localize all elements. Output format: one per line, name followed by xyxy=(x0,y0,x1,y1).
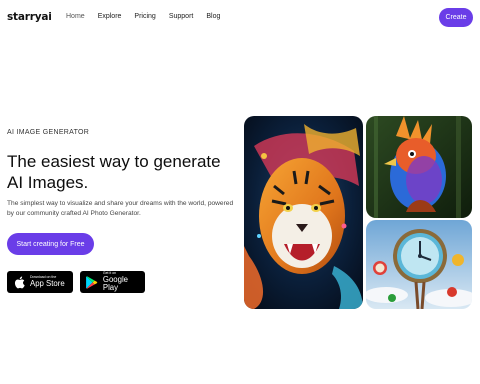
hero-eyebrow: AI IMAGE GENERATOR xyxy=(7,129,90,136)
google-play-label: Google Play xyxy=(102,275,129,293)
tiger-artwork[interactable] xyxy=(244,116,363,309)
app-store-label: App Store xyxy=(30,279,65,289)
bird-artwork[interactable] xyxy=(366,116,472,218)
nav-pricing[interactable]: Pricing xyxy=(134,13,155,20)
clock-artwork[interactable] xyxy=(366,220,472,309)
main-nav: Home Explore Pricing Support Blog xyxy=(66,13,233,20)
nav-blog[interactable]: Blog xyxy=(206,13,220,20)
hero-subtext: The simplest way to visualize and share … xyxy=(7,200,234,217)
nav-home[interactable]: Home xyxy=(66,13,85,20)
apple-icon xyxy=(12,275,26,289)
create-button[interactable]: Create xyxy=(439,8,473,27)
nav-explore[interactable]: Explore xyxy=(98,13,122,20)
brand-logo[interactable]: starryai xyxy=(7,11,52,23)
hero-headline: The easiest way to generate AI Images. xyxy=(7,152,221,192)
nav-support[interactable]: Support xyxy=(169,13,194,20)
google-play-button[interactable]: Get it on Google Play xyxy=(80,271,145,293)
google-play-icon xyxy=(85,275,99,289)
site-header: starryai Home Explore Pricing Support Bl… xyxy=(0,0,480,36)
app-store-button[interactable]: Download on the App Store xyxy=(7,271,73,293)
start-creating-button[interactable]: Start creating for Free xyxy=(7,233,94,255)
